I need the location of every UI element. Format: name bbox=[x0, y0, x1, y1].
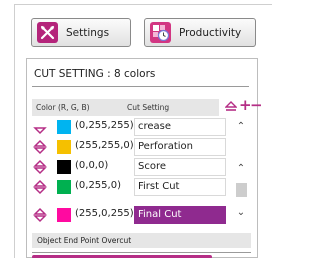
cut-row-0[interactable]: (0,255,255) crease bbox=[32, 117, 251, 137]
settings-button-label: Settings bbox=[66, 26, 110, 39]
panel-title: CUT SETTING : 8 colors bbox=[34, 68, 156, 80]
move-up-down-icon[interactable] bbox=[33, 159, 47, 175]
move-up-down-icon[interactable] bbox=[33, 139, 47, 155]
productivity-clock-icon bbox=[150, 22, 171, 43]
remove-row-icon[interactable]: − bbox=[250, 98, 263, 113]
color-swatch bbox=[57, 140, 71, 154]
cut-row-3[interactable]: (0,255,0) First Cut bbox=[32, 177, 251, 197]
scroll-down-icon[interactable]: ⌄ bbox=[234, 207, 248, 218]
color-swatch bbox=[57, 208, 71, 222]
move-down-icon[interactable] bbox=[33, 119, 47, 135]
cut-setting-column-header: Cut Setting bbox=[127, 103, 170, 112]
settings-tools-icon bbox=[37, 22, 58, 43]
rgb-value: (0,255,255) bbox=[75, 120, 134, 131]
panel-title-divider bbox=[32, 86, 249, 87]
scroll-up-icon[interactable]: ⌃ bbox=[234, 121, 248, 132]
cut-setting-field[interactable]: Score bbox=[134, 158, 226, 176]
rgb-value: (0,0,0) bbox=[75, 160, 109, 171]
rgb-value: (0,255,0) bbox=[75, 180, 121, 191]
cut-row-4[interactable]: (255,0,255) Final Cut bbox=[32, 205, 251, 225]
scrollbar-thumb[interactable] bbox=[236, 183, 247, 197]
settings-button[interactable]: Settings bbox=[31, 18, 131, 47]
rgb-value: (255,255,0) bbox=[75, 140, 134, 151]
move-up-down-icon[interactable] bbox=[33, 207, 47, 223]
overcut-strip bbox=[32, 252, 251, 258]
move-up-down-icon[interactable] bbox=[224, 101, 238, 116]
color-swatch bbox=[57, 120, 71, 134]
color-swatch bbox=[57, 180, 71, 194]
scroll-up-icon[interactable]: ⌃ bbox=[234, 163, 248, 174]
productivity-button[interactable]: Productivity bbox=[144, 18, 256, 47]
cut-row-1[interactable]: (255,255,0) Perforation bbox=[32, 137, 251, 157]
color-swatch bbox=[57, 160, 71, 174]
move-up-down-icon[interactable] bbox=[33, 179, 47, 195]
color-column-header: Color (R, G, B) bbox=[36, 103, 90, 112]
cut-setting-field[interactable]: Final Cut bbox=[134, 206, 226, 224]
cut-setting-field[interactable]: First Cut bbox=[134, 178, 226, 196]
productivity-button-label: Productivity bbox=[179, 26, 242, 39]
cut-setting-field[interactable]: Perforation bbox=[134, 138, 226, 156]
rgb-value: (255,0,255) bbox=[75, 208, 134, 219]
overcut-section-header: Object End Point Overcut bbox=[32, 233, 251, 248]
cut-row-2[interactable]: (0,0,0) Score bbox=[32, 157, 251, 177]
cut-setting-field[interactable]: crease bbox=[134, 118, 226, 136]
